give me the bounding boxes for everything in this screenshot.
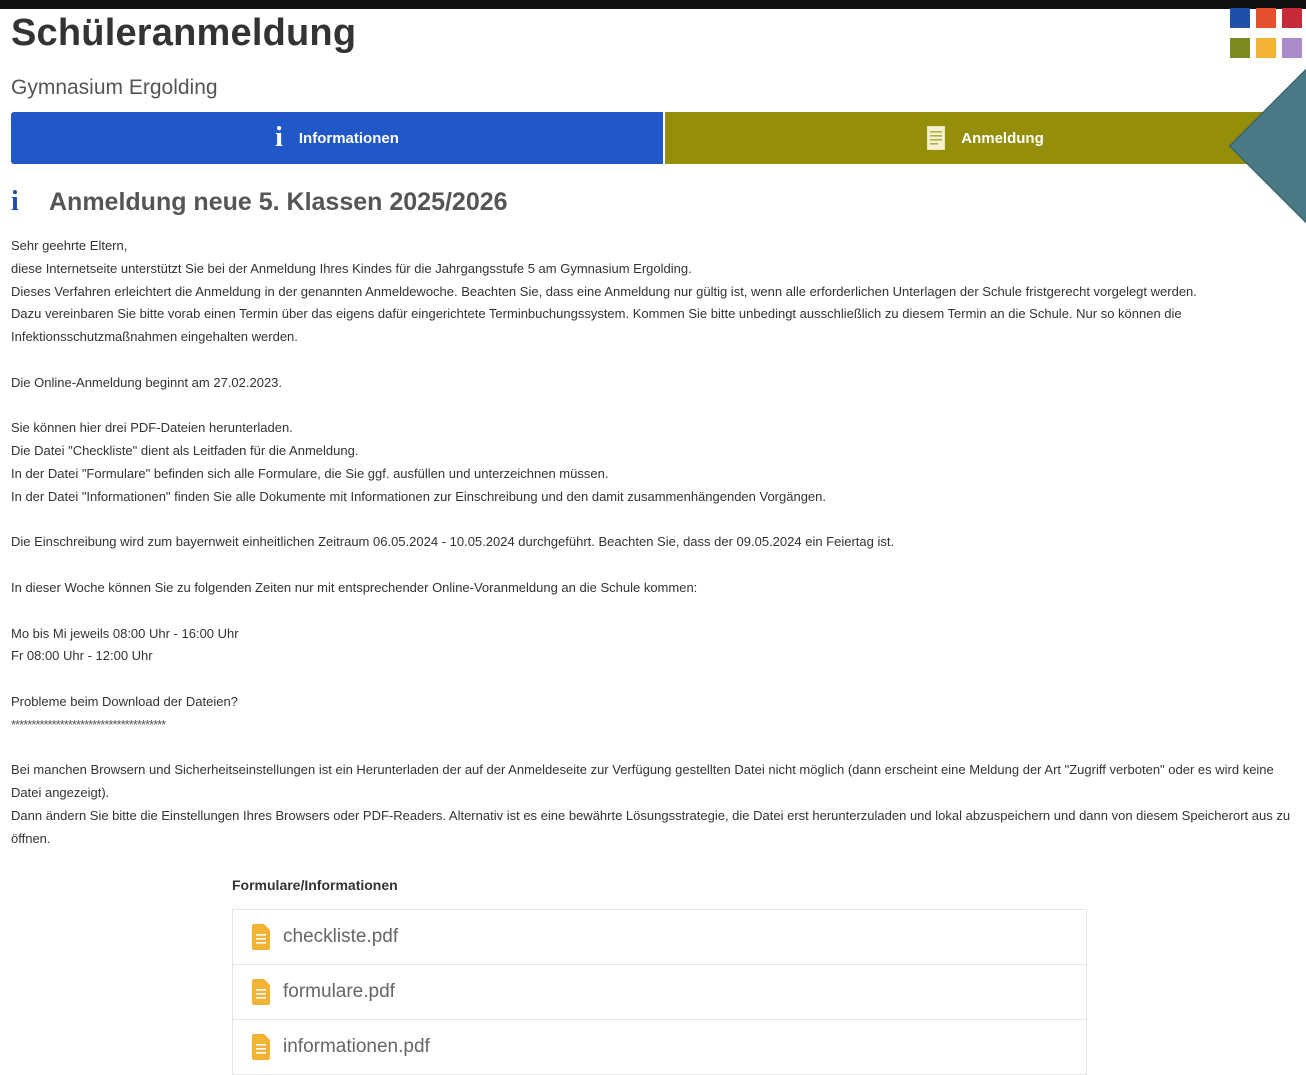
file-name: formulare.pdf [283,981,395,1002]
document-icon [927,126,946,150]
school-logo [1230,8,1306,62]
download-informationen[interactable]: informationen.pdf [233,1020,1086,1075]
schedule-line: Fr 08:00 Uhr - 12:00 Uhr [11,648,153,664]
paragraph: Bei manchen Browsern und Sicherheitseins… [11,762,1274,801]
school-name: Gymnasium Ergolding [11,76,218,99]
top-bar [0,0,1306,9]
paragraph: Dieses Verfahren erleichtert die Anmeldu… [11,283,1197,299]
paragraph: In der Datei "Formulare" befinden sich a… [11,465,609,481]
pdf-file-icon [252,1034,270,1060]
tab-anmeldung[interactable]: Anmeldung [665,112,1306,164]
logo-square [1282,8,1302,28]
section-header: i Anmeldung neue 5. Klassen 2025/2026 [11,186,508,218]
section-title: Anmeldung neue 5. Klassen 2025/2026 [49,187,508,216]
paragraph: Dazu vereinbaren Sie bitte vorab einen T… [11,306,1182,345]
paragraph: Die Einschreibung wird zum bayernweit ei… [11,534,895,550]
paragraph: Dann ändern Sie bitte die Einstellungen … [11,807,1291,846]
paragraph: In dieser Woche können Sie zu folgenden … [11,579,698,595]
pdf-file-icon [252,979,270,1005]
logo-square [1230,8,1250,28]
file-name: checkliste.pdf [283,926,399,947]
tab-bar: i Informationen Anmeldung [11,112,1306,164]
paragraph: Die Datei "Checkliste" dient als Leitfad… [11,443,359,459]
info-content: Sehr geehrte Eltern, diese Internetseite… [11,235,1301,851]
downloads-block: Formulare/Informationen checkliste.pdf f… [232,873,1087,1075]
paragraph: In der Datei "Informationen" finden Sie … [11,488,827,504]
logo-square [1256,38,1276,58]
page-title: Schüleranmeldung [11,12,357,54]
logo-square [1282,38,1302,58]
pdf-file-icon [252,924,270,950]
paragraph: Probleme beim Download der Dateien? [11,693,238,709]
file-name: informationen.pdf [283,1036,430,1057]
tab-label: Anmeldung [961,129,1044,147]
paragraph: Sie können hier drei PDF-Dateien herunte… [11,420,293,436]
separator: ************************************** [11,716,166,732]
paragraph: diese Internetseite unterstützt Sie bei … [11,260,692,276]
download-formulare[interactable]: formulare.pdf [233,965,1086,1020]
info-icon: i [11,186,19,217]
schedule-line: Mo bis Mi jeweils 08:00 Uhr - 16:00 Uhr [11,625,239,641]
tab-label: Informationen [298,129,399,147]
info-icon: i [275,122,283,153]
logo-square [1256,8,1276,28]
scroll-to-top-diamond[interactable] [1228,66,1306,226]
paragraph: Die Online-Anmeldung beginnt am 27.02.20… [11,374,283,390]
greeting: Sehr geehrte Eltern, [11,238,128,253]
downloads-list: checkliste.pdf formulare.pdf information… [232,909,1087,1075]
logo-square [1230,38,1250,58]
downloads-title: Formulare/Informationen [232,877,398,893]
tab-informationen[interactable]: i Informationen [11,112,663,164]
download-checkliste[interactable]: checkliste.pdf [233,910,1086,965]
